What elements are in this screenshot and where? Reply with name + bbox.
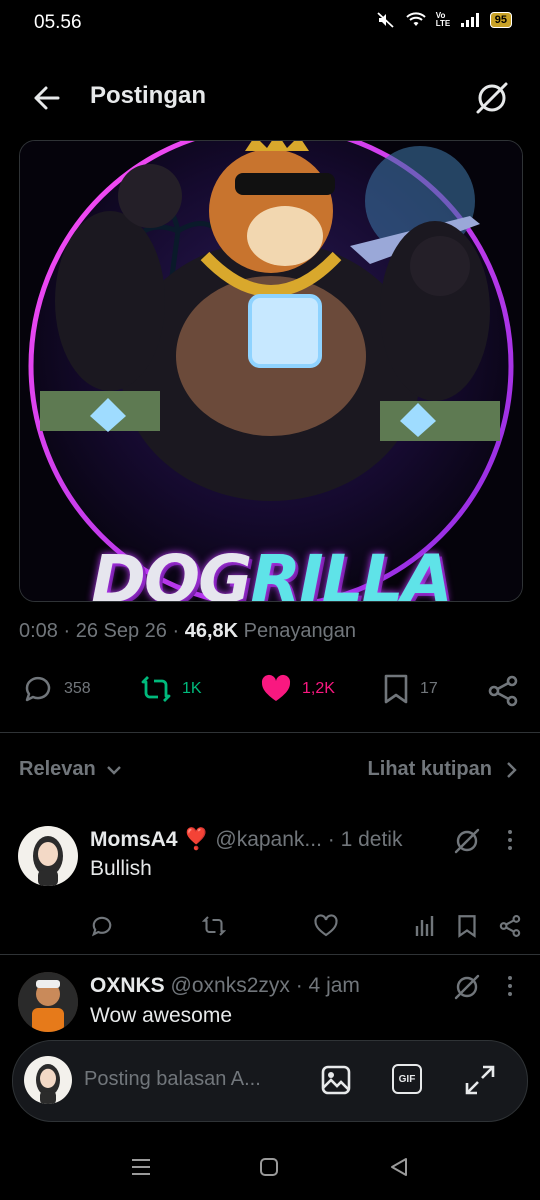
volte-icon: Vo LTE [435, 11, 451, 28]
reply-action[interactable]: 358 [22, 673, 91, 705]
post-meta: 0:08 · 26 Sep 26 · 46,8K Penayangan [19, 620, 356, 643]
post-time: 0:08 [19, 620, 58, 642]
heart-exclamation-emoji: ❣️ [183, 828, 210, 851]
more-options-icon[interactable] [500, 974, 520, 998]
sort-label: Relevan [19, 758, 96, 780]
reply-text: Wow awesome [90, 1004, 232, 1027]
divider [0, 732, 540, 733]
meta-separator: · [63, 620, 71, 642]
expand-icon[interactable] [464, 1064, 496, 1096]
repost-count: 1K [182, 680, 202, 697]
share-icon[interactable] [498, 914, 522, 938]
post-image-art [20, 141, 522, 601]
mute-icon [377, 12, 394, 28]
view-quotes-link[interactable]: Lihat kutipan [368, 758, 518, 781]
like-count: 1,2K [302, 680, 335, 697]
heart-icon[interactable] [314, 914, 338, 938]
reply-icon[interactable] [90, 914, 114, 938]
reply-icon [25, 676, 51, 702]
view-count: 46,8K [184, 620, 239, 642]
bookmark-icon[interactable] [456, 914, 478, 938]
view-quotes-label: Lihat kutipan [367, 758, 492, 780]
avatar-image [18, 972, 78, 1032]
repost-icon[interactable] [202, 914, 226, 938]
bookmark-action[interactable]: 17 [382, 673, 438, 705]
grok-icon[interactable] [452, 826, 482, 856]
sort-dropdown[interactable]: Relevan [19, 758, 122, 781]
analytics-icon[interactable] [414, 914, 436, 938]
divider [0, 954, 540, 955]
avatar[interactable] [18, 826, 78, 886]
more-options-icon[interactable] [500, 828, 520, 852]
page-title: Postingan [90, 82, 207, 109]
reply-header: OXNKS @oxnks2zyx · 4 jam [90, 974, 360, 998]
gif-icon[interactable]: GIF [392, 1064, 422, 1094]
back-nav-icon[interactable] [388, 1156, 410, 1178]
like-action[interactable]: 1,2K [260, 673, 335, 705]
repost-action[interactable]: 1K [140, 673, 202, 705]
reply-handle: @kapank... [215, 828, 322, 851]
battery-indicator: 95 [489, 12, 512, 28]
bookmark-count: 17 [420, 680, 438, 697]
signal-icon [460, 13, 479, 27]
reply-header: MomsA4 ❣️ @kapank... · 1 detik [90, 828, 402, 852]
reply-text: Bullish [90, 857, 152, 880]
reply-time: · 4 jam [295, 974, 360, 997]
wifi-icon [406, 12, 426, 26]
media-title-text: DOGRILLA [91, 541, 453, 602]
reply-input-placeholder[interactable]: Posting balasan A... [84, 1068, 261, 1091]
grok-icon[interactable] [472, 78, 512, 118]
post-image[interactable]: DOGRILLA [19, 140, 523, 602]
repost-icon [141, 676, 171, 702]
avatar-image [33, 836, 63, 886]
reply-author-name[interactable]: MomsA4 [90, 828, 178, 851]
view-label: Penayangan [243, 620, 356, 642]
arrow-left-icon[interactable] [28, 80, 64, 116]
reply-time: · 1 detik [327, 828, 403, 851]
grok-icon[interactable] [452, 972, 482, 1002]
share-icon[interactable] [486, 674, 520, 708]
avatar-image [36, 1064, 60, 1104]
reply-handle: @oxnks2zyx [170, 974, 290, 997]
reply-author-name[interactable]: OXNKS [90, 974, 165, 997]
avatar [24, 1056, 72, 1104]
chevron-right-icon [507, 761, 517, 778]
home-icon[interactable] [258, 1156, 280, 1178]
chevron-down-icon [106, 765, 121, 775]
meta-separator: · [172, 620, 180, 642]
reply-count: 358 [64, 680, 91, 697]
recent-apps-icon[interactable] [130, 1156, 152, 1178]
bookmark-icon [384, 674, 408, 704]
status-icons: Vo LTE 95 [376, 12, 512, 28]
post-date: 26 Sep 26 [75, 620, 167, 642]
avatar[interactable] [18, 972, 78, 1032]
status-time: 05.56 [34, 12, 82, 33]
image-icon[interactable] [320, 1064, 352, 1096]
heart-icon [261, 674, 291, 701]
gif-label: GIF [398, 1073, 416, 1085]
